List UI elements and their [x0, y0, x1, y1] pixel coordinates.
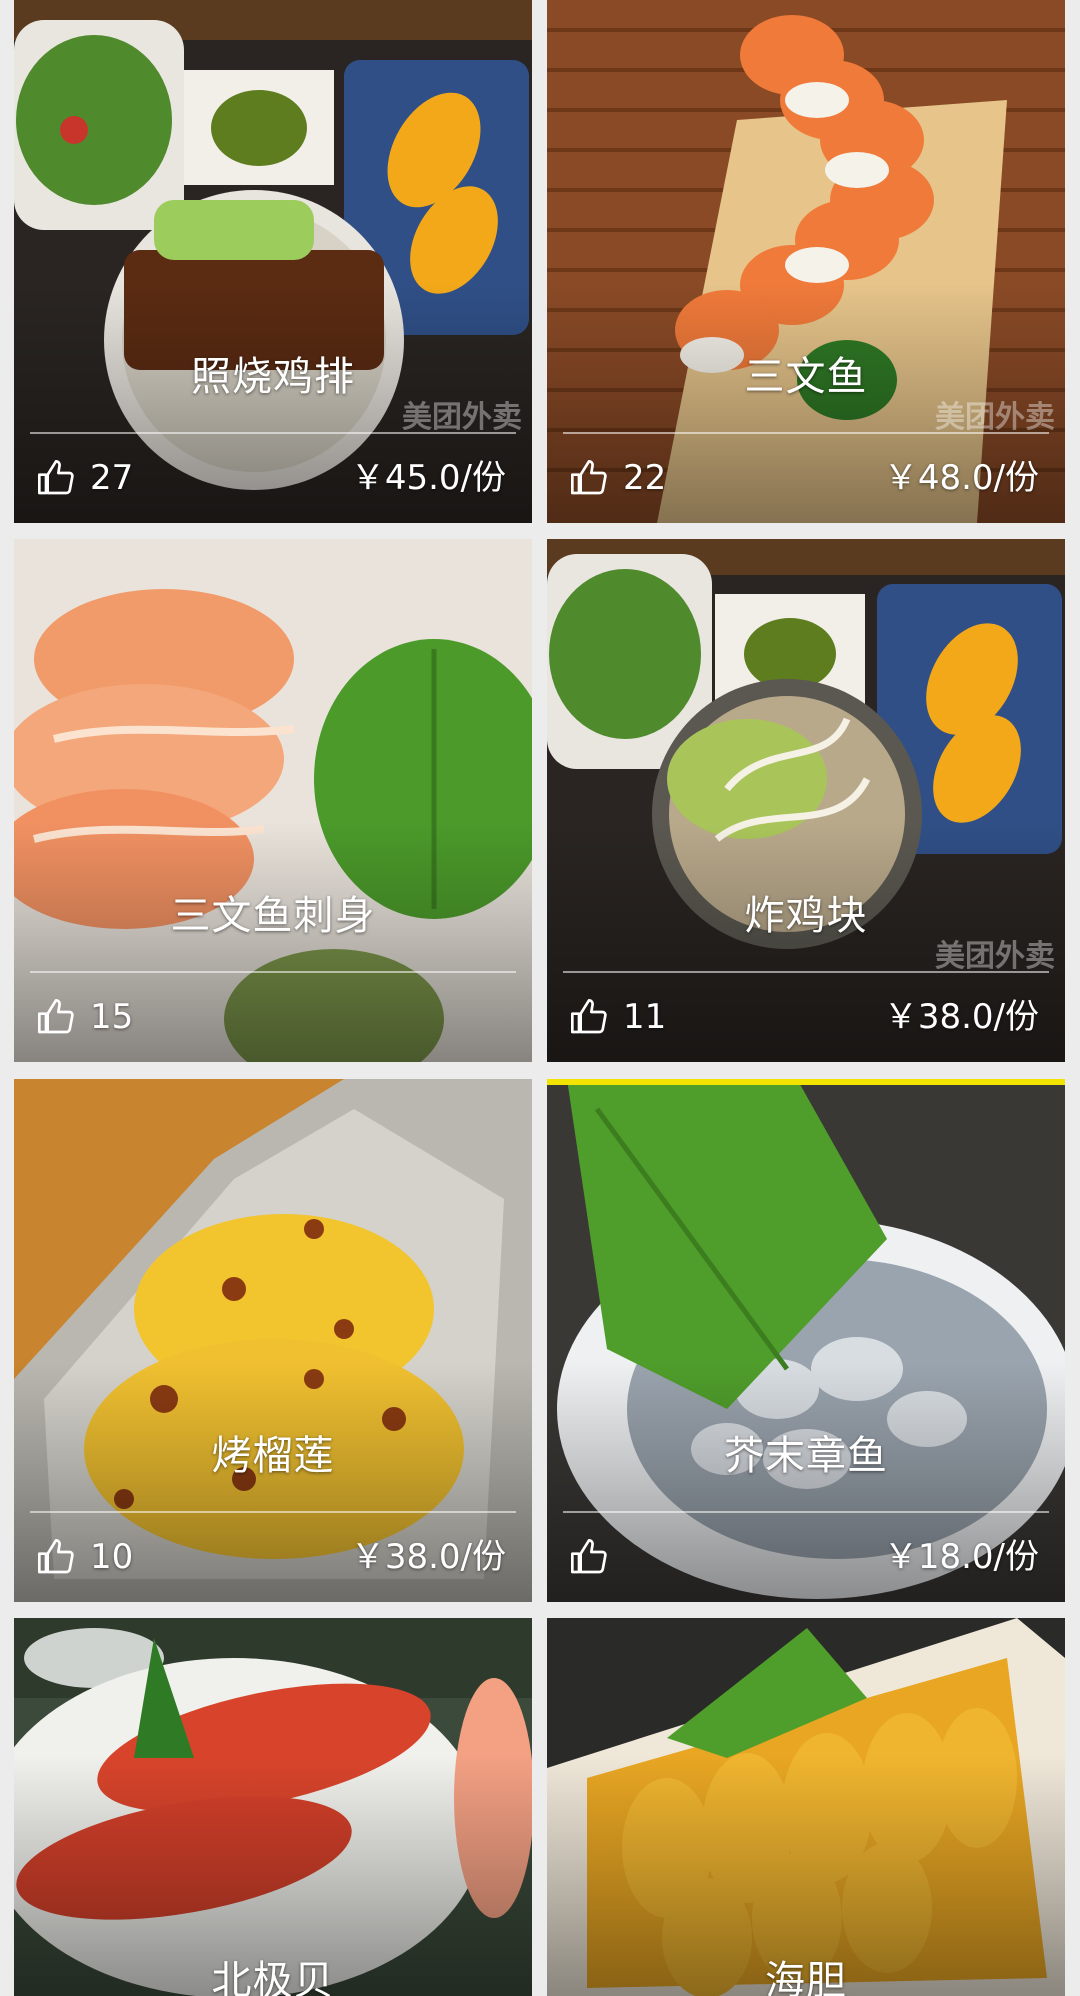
dish-name: 海胆	[765, 1958, 847, 1996]
thumbs-up-icon	[571, 460, 607, 495]
like-button[interactable]: 27	[36, 452, 133, 504]
divider	[30, 971, 516, 973]
like-button[interactable]: 10	[36, 1531, 133, 1583]
like-count: 10	[90, 1537, 134, 1577]
divider	[563, 971, 1049, 973]
dish-price: ￥18.0/份	[883, 1537, 1039, 1577]
thumbs-up-icon	[571, 1539, 607, 1574]
like-count: 27	[90, 458, 134, 498]
thumbs-up-icon	[38, 999, 74, 1034]
dish-price: ￥45.0/份	[350, 458, 506, 498]
like-count: 11	[623, 997, 667, 1037]
thumbs-up-icon	[571, 999, 607, 1034]
dish-name: 芥末章鱼	[724, 1433, 888, 1479]
divider	[563, 432, 1049, 434]
like-count: 15	[90, 997, 134, 1037]
like-button[interactable]: 15	[36, 991, 133, 1043]
divider	[30, 432, 516, 434]
dish-name: 炸鸡块	[744, 893, 868, 939]
dish-card[interactable]: 芥末章鱼 ￥18.0/份	[547, 1079, 1065, 1602]
dish-card[interactable]: 美团外卖 照烧鸡排 27 ￥45.0/份	[14, 0, 532, 523]
accent-bar	[547, 1079, 1065, 1085]
dish-name: 北极贝	[211, 1958, 335, 1996]
dish-price: ￥48.0/份	[883, 458, 1039, 498]
divider	[30, 1511, 516, 1513]
dish-card[interactable]: 美团外卖 炸鸡块 11 ￥38.0/份	[547, 539, 1065, 1062]
dish-card[interactable]: 海胆	[547, 1618, 1065, 1996]
like-button[interactable]: 11	[569, 991, 666, 1043]
dish-card[interactable]: 美团外卖 三文鱼 22 ￥48.0/份	[547, 0, 1065, 523]
dish-price: ￥38.0/份	[350, 1537, 506, 1577]
dish-name: 三文鱼	[744, 354, 868, 400]
thumbs-up-icon	[38, 460, 74, 495]
dish-grid: 美团外卖 照烧鸡排 27 ￥45.0/份 美团外卖 三文鱼 22 ￥48.0/份…	[0, 0, 1080, 1996]
dish-card[interactable]: 北极贝	[14, 1618, 532, 1996]
dish-name: 三文鱼刺身	[170, 893, 376, 939]
like-button[interactable]: 22	[569, 452, 666, 504]
dish-name: 照烧鸡排	[191, 354, 355, 400]
like-button[interactable]	[569, 1531, 623, 1583]
dish-card[interactable]: 三文鱼刺身 15	[14, 539, 532, 1062]
dish-price: ￥38.0/份	[883, 997, 1039, 1037]
like-count: 22	[623, 458, 667, 498]
dish-card[interactable]: 烤榴莲 10 ￥38.0/份	[14, 1079, 532, 1602]
dish-name: 烤榴莲	[211, 1433, 335, 1479]
divider	[563, 1511, 1049, 1513]
thumbs-up-icon	[38, 1539, 74, 1574]
